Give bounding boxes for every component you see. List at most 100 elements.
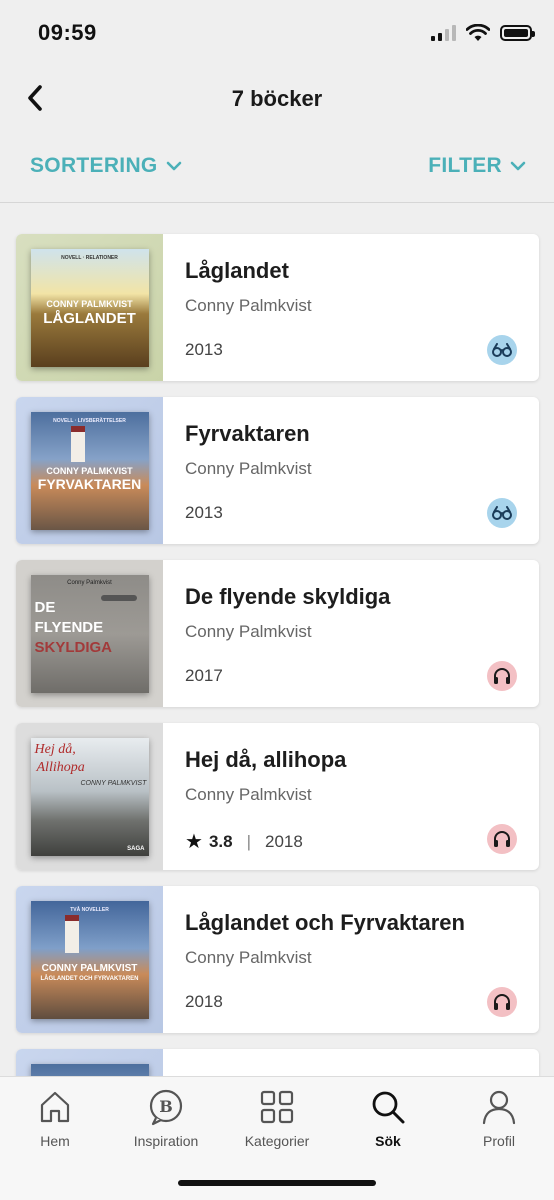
wifi-icon	[466, 24, 490, 41]
headphones-icon	[487, 661, 517, 691]
sort-label: SORTERING	[30, 154, 158, 177]
grid-icon	[260, 1090, 294, 1124]
book-title: Fyrvaktaren	[185, 421, 310, 446]
cover-title-line3: SKYLDIGA	[34, 638, 113, 656]
home-indicator	[178, 1180, 376, 1186]
tab-label: Profil	[483, 1133, 515, 1149]
book-cover: NOVELL · RELATIONER CONNY PALMKVIST LÅGL…	[30, 248, 149, 367]
sort-filter-bar: SORTERING FILTER	[0, 148, 554, 188]
tab-inspiration[interactable]: B Inspiration	[111, 1087, 221, 1149]
book-author: Conny Palmkvist	[185, 459, 312, 478]
page-title: 7 böcker	[231, 86, 323, 111]
chevron-down-icon	[166, 161, 181, 171]
book-title: Låglandet och Fyrvaktaren	[185, 910, 465, 935]
book-year: 2013	[185, 340, 223, 359]
airplane-image	[100, 594, 137, 601]
book-card[interactable]: Conny Palmkvist DE FLYENDE SKYLDIGA De f…	[16, 560, 539, 707]
tab-label: Hem	[40, 1133, 70, 1149]
book-year: 2013	[185, 503, 223, 522]
cover-author: Conny Palmkvist	[67, 579, 112, 586]
divider	[0, 202, 554, 203]
book-title: De flyende skyldiga	[185, 584, 391, 609]
tab-kategorier[interactable]: Kategorier	[222, 1087, 332, 1149]
tab-profil[interactable]: Profil	[444, 1087, 554, 1149]
book-meta: 2013	[185, 340, 223, 360]
cover-background: TVÅ NOVELLER CONNY PALMKVIST LÅGLANDET O…	[16, 886, 163, 1033]
book-meta: 2018	[185, 992, 223, 1012]
book-card[interactable]: NOVELL · RELATIONER CONNY PALMKVIST LÅGL…	[16, 234, 539, 381]
book-year: 2018	[185, 992, 223, 1011]
book-info: Fyrvaktaren Conny Palmkvist 2013	[185, 397, 539, 544]
cover-title: LÅGLANDET OCH FYRVAKTAREN	[40, 975, 139, 982]
cover-background: NOVELL · RELATIONER CONNY PALMKVIST LÅGL…	[16, 234, 163, 381]
book-meta: 2013	[185, 503, 223, 523]
ebook-glasses-icon	[487, 498, 517, 528]
book-author: Conny Palmkvist	[185, 622, 312, 641]
cover-title-line2: FLYENDE	[34, 618, 104, 636]
tab-label: Kategorier	[244, 1133, 310, 1149]
cover-title-line1: Hej då,	[34, 741, 76, 757]
status-time: 09:59	[38, 20, 97, 45]
cover-title: LÅGLANDET	[43, 309, 136, 327]
book-meta: ★ 3.8 | 2018	[185, 829, 303, 854]
cover-author: CONNY PALMKVIST	[41, 962, 138, 974]
cover-background: Hej då, Allihopa CONNY PALMKVIST SAGA	[16, 723, 163, 870]
signal-icon	[431, 25, 456, 41]
tab-label: Inspiration	[133, 1133, 199, 1149]
cover-series: NOVELL · LIVSBERÄTTELSER	[53, 417, 126, 424]
headphones-icon	[487, 987, 517, 1017]
book-info: Låglandet Conny Palmkvist 2013	[185, 234, 539, 381]
tab-label: Sök	[375, 1133, 401, 1149]
person-icon	[482, 1090, 516, 1125]
book-cover: TVÅ NOVELLER CONNY PALMKVIST LÅGLANDET O…	[30, 900, 149, 1019]
svg-text:B: B	[159, 1097, 173, 1116]
book-author: Conny Palmkvist	[185, 785, 312, 804]
lighthouse-image	[64, 914, 79, 953]
cover-title-line2: Allihopa	[36, 759, 85, 775]
cover-series: TVÅ NOVELLER	[70, 906, 109, 913]
book-author: Conny Palmkvist	[185, 948, 312, 967]
cover-author: CONNY PALMKVIST	[80, 779, 147, 787]
book-title: Låglandet	[185, 258, 289, 283]
book-info: De flyende skyldiga Conny Palmkvist 2017	[185, 560, 539, 707]
book-info: Låglandet och Fyrvaktaren Conny Palmkvis…	[185, 886, 539, 1033]
inspiration-b-icon: B	[149, 1089, 183, 1126]
sort-button[interactable]: SORTERING	[30, 154, 182, 178]
filter-label: FILTER	[428, 154, 502, 177]
chevron-down-icon	[510, 161, 526, 171]
book-author: Conny Palmkvist	[185, 296, 312, 315]
cover-title-line1: DE	[34, 598, 56, 616]
cover-author: CONNY PALMKVIST	[46, 298, 133, 309]
filter-button[interactable]: FILTER	[428, 154, 526, 178]
search-icon	[372, 1091, 405, 1124]
nav-header: 7 böcker	[0, 72, 554, 126]
cover-author: CONNY PALMKVIST	[46, 465, 133, 476]
lighthouse-image	[70, 425, 85, 462]
cover-background: NOVELL · LIVSBERÄTTELSER CONNY PALMKVIST…	[16, 397, 163, 544]
tab-sok[interactable]: Sök	[333, 1087, 443, 1149]
book-year: 2018	[265, 831, 303, 851]
book-cover: Conny Palmkvist DE FLYENDE SKYLDIGA	[30, 574, 149, 693]
status-bar: 09:59	[0, 0, 554, 64]
status-icons	[431, 24, 535, 42]
cover-background: Conny Palmkvist DE FLYENDE SKYLDIGA	[16, 560, 163, 707]
book-cover: Hej då, Allihopa CONNY PALMKVIST SAGA	[30, 737, 149, 856]
ebook-glasses-icon	[487, 335, 517, 365]
headphones-icon	[487, 824, 517, 854]
cover-title: FYRVAKTAREN	[37, 475, 142, 492]
book-info: Hej då, allihopa Conny Palmkvist ★ 3.8 |…	[185, 723, 539, 870]
book-cover: NOVELL · LIVSBERÄTTELSER CONNY PALMKVIST…	[30, 411, 149, 530]
meta-separator: |	[246, 831, 251, 851]
book-year: 2017	[185, 666, 223, 685]
cover-publisher: SAGA	[127, 845, 145, 852]
book-list: NOVELL · RELATIONER CONNY PALMKVIST LÅGL…	[16, 234, 539, 1200]
home-icon	[40, 1091, 70, 1123]
book-meta: 2017	[185, 666, 223, 686]
cover-series: NOVELL · RELATIONER	[61, 254, 118, 261]
battery-icon	[500, 25, 535, 41]
book-card[interactable]: TVÅ NOVELLER CONNY PALMKVIST LÅGLANDET O…	[16, 886, 539, 1033]
tab-hem[interactable]: Hem	[0, 1087, 110, 1149]
book-title: Hej då, allihopa	[185, 747, 347, 772]
book-card[interactable]: Hej då, Allihopa CONNY PALMKVIST SAGA He…	[16, 723, 539, 870]
book-card[interactable]: NOVELL · LIVSBERÄTTELSER CONNY PALMKVIST…	[16, 397, 539, 544]
